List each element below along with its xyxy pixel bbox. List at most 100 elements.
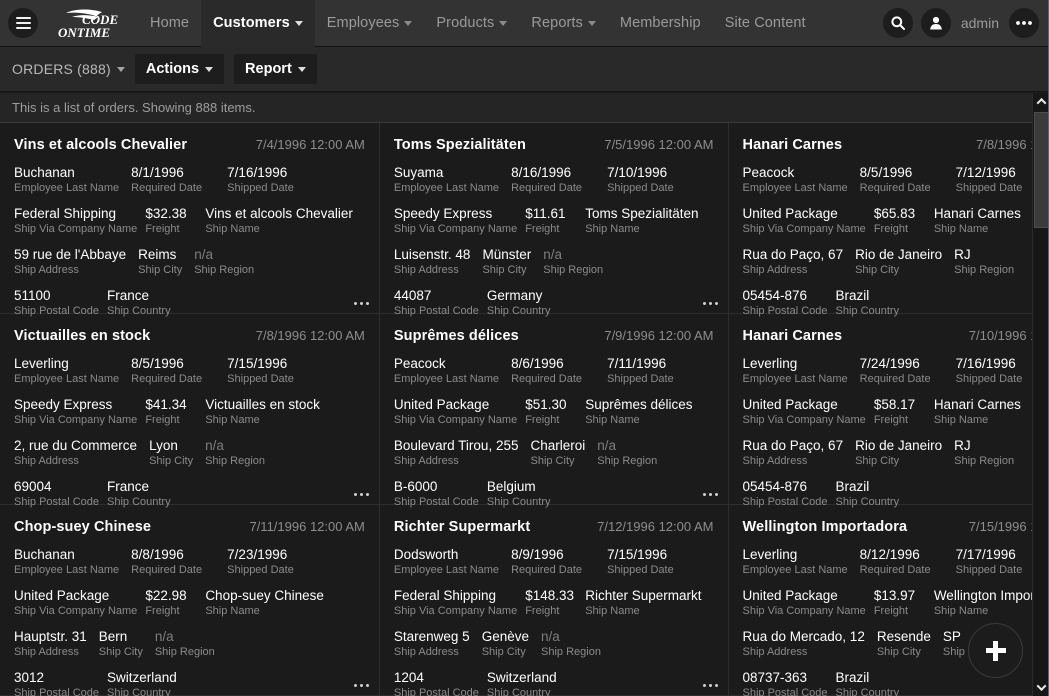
order-field-row: Speedy Express Ship Via Company Name $41.3…: [14, 397, 365, 427]
field-value: Luisenstr. 48: [393, 247, 471, 262]
field-value: 7/17/1996: [955, 547, 1016, 562]
field-shipped-date: 7/23/1996 Shipped Date: [227, 547, 306, 577]
field-label: Ship Name: [585, 605, 640, 617]
field-ship-via-company-name: United Package Ship Via Company Name: [743, 206, 874, 236]
field-ship-address: Rua do Mercado, 12 Ship Address: [743, 629, 877, 659]
nav-item-employees[interactable]: Employees: [315, 0, 425, 47]
card-overflow-ellipsis-icon[interactable]: [702, 493, 718, 496]
chevron-up-icon[interactable]: [1033, 93, 1049, 110]
ellipsis-icon[interactable]: [1009, 8, 1039, 38]
field-value: 1204: [393, 670, 424, 685]
field-value: RJ: [954, 438, 971, 453]
field-value: Brazil: [835, 288, 870, 303]
field-freight: $32.38 Freight: [145, 206, 205, 236]
field-value: $58.17: [873, 397, 916, 412]
field-value: 7/16/1996: [955, 356, 1016, 371]
field-label: Required Date: [859, 373, 931, 385]
order-card[interactable]: Toms Spezialitäten 7/5/1996 12:00 AM Suyam…: [379, 123, 729, 317]
field-value: 2, rue du Commerce: [14, 438, 138, 453]
order-card[interactable]: Suprêmes délices 7/9/1996 12:00 AM Peacock…: [379, 314, 729, 508]
field-ship-postal-code: 1204 Ship Postal Code: [394, 670, 487, 696]
user-avatar-icon[interactable]: [920, 8, 951, 38]
order-card-date: 7/5/1996 12:00 AM: [604, 137, 714, 152]
card-overflow-ellipsis-icon[interactable]: [353, 493, 369, 496]
card-overflow-ellipsis-icon[interactable]: [702, 302, 718, 305]
order-card-header: Richter Supermarkt 7/12/1996 12:00 AM: [394, 519, 714, 535]
field-label: Required Date: [131, 373, 203, 385]
vertical-scrollbar[interactable]: [1032, 93, 1049, 696]
search-icon[interactable]: [882, 8, 913, 38]
field-ship-postal-code: 08737-363 Ship Postal Code: [743, 670, 836, 696]
card-overflow-ellipsis-icon[interactable]: [702, 684, 718, 687]
app-logo[interactable]: CODE ONTIME: [46, 4, 124, 42]
order-card[interactable]: Hanari Carnes 7/10/1996 12:00 AM Leverling…: [728, 314, 1032, 508]
field-label: Shipped Date: [227, 182, 294, 194]
field-value: 05454-876: [742, 479, 808, 494]
field-shipped-date: 7/16/1996 Shipped Date: [956, 356, 1032, 386]
field-ship-country: Switzerland Ship Country: [487, 670, 569, 696]
field-ship-address: 59 rue de l'Abbaye Ship Address: [14, 247, 138, 277]
field-label: Ship Region: [954, 264, 1015, 276]
nav-item-site-content[interactable]: Site Content: [713, 0, 818, 47]
card-overflow-ellipsis-icon[interactable]: [353, 684, 369, 687]
order-card[interactable]: Richter Supermarkt 7/12/1996 12:00 AM Dods…: [379, 505, 729, 696]
field-required-date: 8/1/1996 Required Date: [131, 165, 227, 195]
field-ship-name: Richter Supermarkt Ship Name: [585, 588, 713, 618]
field-value: Buchanan: [14, 165, 75, 180]
chevron-down-icon[interactable]: [1033, 679, 1049, 696]
field-value: 44087: [393, 288, 432, 303]
actions-button[interactable]: Actions: [134, 54, 225, 84]
field-label: Ship Address: [742, 455, 808, 467]
nav-item-label: Site Content: [724, 15, 806, 31]
hamburger-menu-icon[interactable]: [8, 8, 38, 38]
view-toolbar: ORDERS (888) Actions Report: [0, 47, 1049, 92]
field-ship-address: Starenweg 5 Ship Address: [394, 629, 482, 659]
field-value: n/a: [541, 629, 560, 644]
report-button[interactable]: Report: [234, 54, 317, 84]
field-value: 69004: [14, 479, 52, 494]
field-value: n/a: [543, 247, 563, 262]
nav-item-label: Employees: [326, 15, 400, 31]
field-ship-via-company-name: Federal Shipping Ship Via Company Name: [14, 206, 145, 236]
field-label: Employee Last Name: [14, 182, 120, 194]
field-value: 8/5/1996: [859, 165, 913, 180]
field-value: $22.98: [145, 588, 187, 603]
scrollbar-thumb[interactable]: [1034, 112, 1049, 228]
field-ship-address: Rua do Paço, 67 Ship Address: [743, 438, 856, 468]
order-card[interactable]: Vins et alcools Chevalier 7/4/1996 12:00 …: [0, 123, 380, 317]
field-shipped-date: 7/15/1996 Shipped Date: [227, 356, 306, 386]
nav-item-customers[interactable]: Customers: [201, 0, 315, 47]
nav-item-products[interactable]: Products: [424, 0, 519, 47]
nav-right-cluster: admin: [882, 8, 1049, 38]
nav-item-home[interactable]: Home: [138, 0, 201, 47]
top-navigation-bar: CODE ONTIME Home Customers Employees Pro…: [0, 0, 1049, 47]
field-ship-region: n/a Ship Region: [597, 438, 669, 468]
field-shipped-date: 7/12/1996 Shipped Date: [956, 165, 1032, 195]
field-value: Buchanan: [14, 547, 75, 562]
field-label: Ship Name: [205, 605, 260, 617]
field-label: Freight: [145, 605, 180, 617]
order-card-title: Hanari Carnes: [742, 328, 843, 344]
add-new-record-button[interactable]: [968, 623, 1023, 678]
order-field-row: Luisenstr. 48 Ship Address Münster Ship Cit…: [394, 247, 714, 277]
field-value: 8/9/1996: [511, 547, 564, 562]
nav-item-reports[interactable]: Reports: [519, 0, 607, 47]
field-ship-address: Hauptstr. 31 Ship Address: [14, 629, 99, 659]
view-selector[interactable]: ORDERS (888): [12, 61, 125, 77]
order-field-row: Peacock Employee Last Name 8/6/1996 Require…: [394, 356, 714, 386]
order-card[interactable]: Hanari Carnes 7/8/1996 12:00 AM Peacock Emp…: [728, 123, 1033, 317]
nav-item-membership[interactable]: Membership: [608, 0, 713, 47]
chevron-down-icon: [297, 66, 306, 72]
field-label: Ship Name: [933, 414, 989, 426]
field-label: Ship Postal Code: [14, 687, 99, 696]
card-overflow-ellipsis-icon[interactable]: [353, 302, 369, 305]
field-freight: $51.30 Freight: [525, 397, 585, 427]
hamburger-bar: [15, 17, 31, 19]
field-ship-name: Hanari Carnes Ship Name: [934, 206, 1032, 236]
order-field-row: Speedy Express Ship Via Company Name $11.6…: [394, 206, 714, 236]
order-card-header: Hanari Carnes 7/8/1996 12:00 AM: [743, 137, 1033, 153]
order-card[interactable]: Victuailles en stock 7/8/1996 12:00 AM Lev…: [0, 314, 380, 508]
order-card-title: Richter Supermarkt: [393, 519, 531, 535]
field-label: Ship Via Company Name: [393, 223, 518, 235]
order-card[interactable]: Chop-suey Chinese 7/11/1996 12:00 AM Bucha…: [0, 505, 380, 696]
